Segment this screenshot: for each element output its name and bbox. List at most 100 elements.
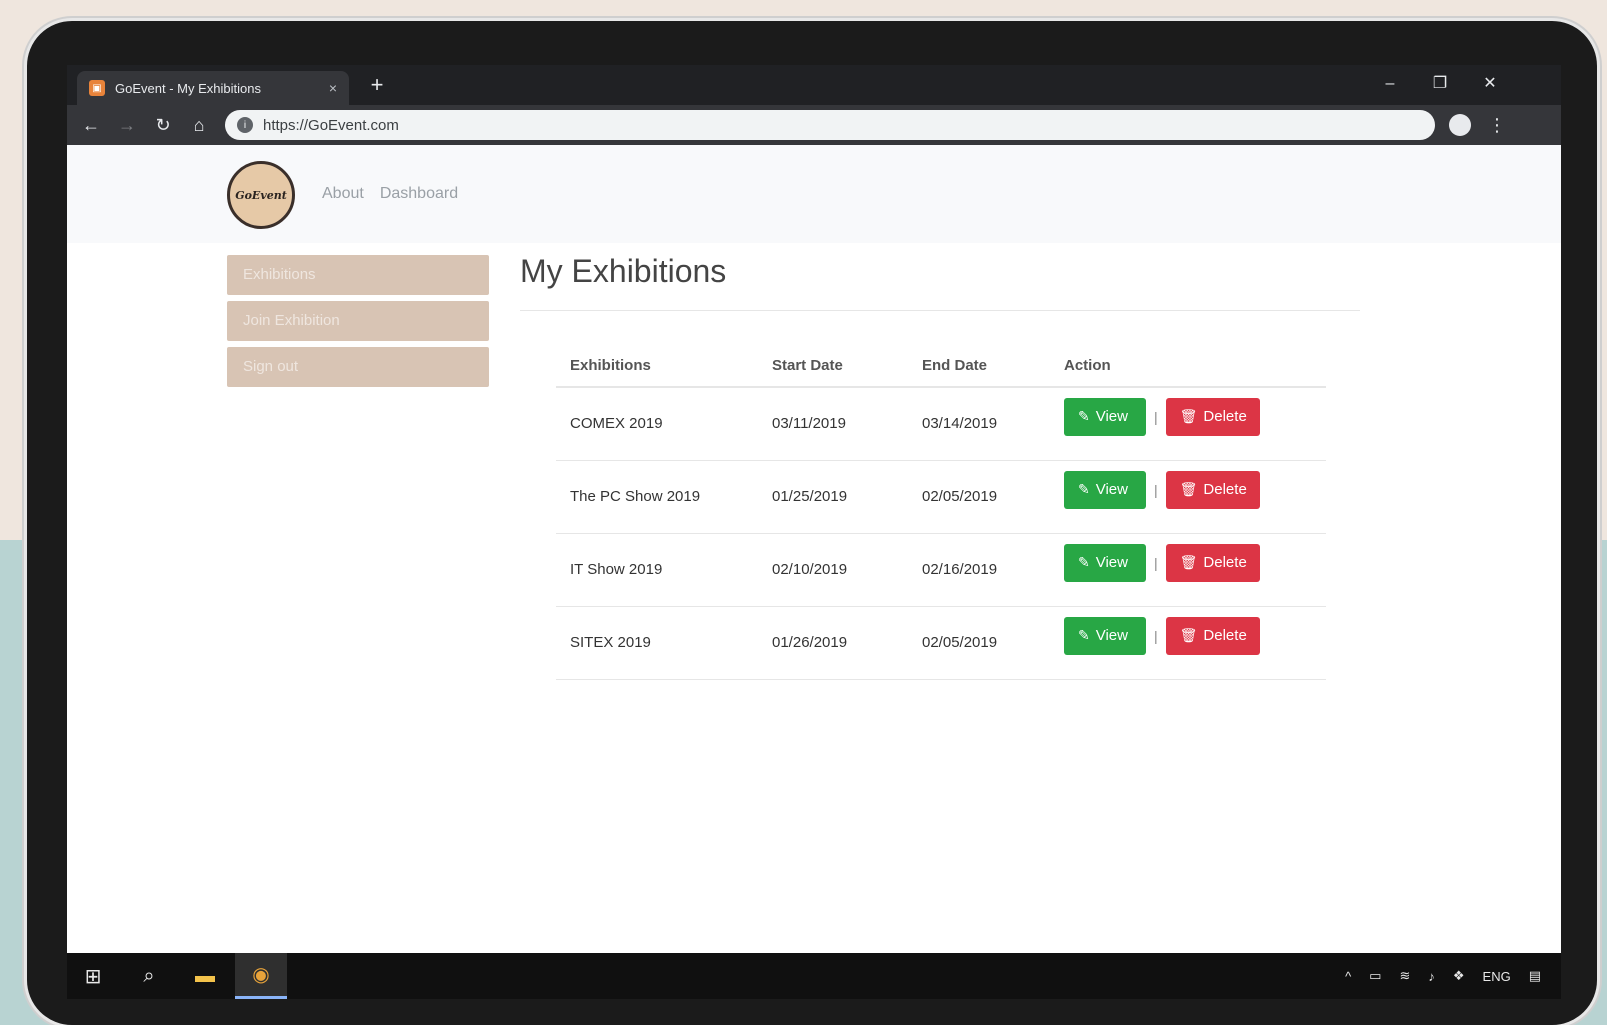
start-date: 03/11/2019 (758, 387, 908, 461)
edit-icon: ✎ (1078, 481, 1090, 497)
header-start-date: Start Date (758, 345, 908, 388)
view-label: View (1095, 627, 1128, 644)
exhibition-name: COMEX 2019 (556, 387, 758, 461)
sidebar-item-exhibitions[interactable]: Exhibitions (227, 255, 489, 295)
table-row: COMEX 2019 03/11/2019 03/14/2019 ✎ View |… (556, 387, 1326, 461)
action-cell: ✎ View | 🗑 Delete (1050, 533, 1326, 607)
delete-label: Delete (1203, 408, 1247, 426)
site-logo[interactable]: GoEvent (227, 161, 295, 229)
view-button[interactable]: ✎ View (1064, 543, 1146, 582)
trash-icon: 🗑 (1179, 481, 1198, 497)
address-url: https://GoEvent.com (263, 116, 399, 134)
table-row: IT Show 2019 02/10/2019 02/16/2019 ✎ View… (556, 533, 1326, 607)
address-bar[interactable]: i https://GoEvent.com (225, 110, 1435, 140)
trash-icon: 🗑 (1179, 408, 1198, 425)
chrome-icon: ◉ (252, 964, 270, 986)
delete-button[interactable]: 🗑 Delete (1165, 397, 1260, 436)
delete-button[interactable]: 🗑 Delete (1165, 543, 1260, 582)
system-tray: ^ ▭ ≋ ♪ ❖ ENG ▤ (1345, 953, 1541, 999)
sidebar-item-join-exhibition[interactable]: Join Exhibition (227, 301, 489, 341)
trash-icon: 🗑 (1179, 627, 1198, 643)
chevron-up-icon[interactable]: ^ (1345, 969, 1351, 984)
browser-toolbar: ← → ↻ ⌂ i https://GoEvent.com ⋮ (67, 105, 1561, 145)
delete-label: Delete (1203, 481, 1247, 498)
edit-icon: ✎ (1078, 408, 1090, 425)
table-row: The PC Show 2019 01/25/2019 02/05/2019 ✎… (556, 460, 1326, 534)
view-button[interactable]: ✎ View (1064, 397, 1146, 436)
end-date: 02/05/2019 (908, 460, 1050, 534)
edit-icon: ✎ (1078, 627, 1090, 643)
view-button[interactable]: ✎ View (1064, 616, 1146, 655)
page-title: My Exhibitions (520, 253, 727, 289)
search-button[interactable]: ⌕ (123, 953, 175, 999)
browser-menu-icon[interactable]: ⋮ (1485, 111, 1509, 139)
separator: | (1154, 554, 1158, 571)
start-button[interactable]: ⊞ (67, 953, 119, 999)
reload-button[interactable]: ↻ (149, 111, 177, 139)
tablet-frame: ▣ GoEvent - My Exhibitions × + – ❐ ✕ ← →… (24, 18, 1600, 1025)
nav-dashboard[interactable]: Dashboard (380, 185, 458, 203)
trash-icon: 🗑 (1179, 554, 1198, 570)
view-label: View (1095, 554, 1128, 571)
end-date: 03/14/2019 (908, 387, 1050, 461)
restore-button[interactable]: ❐ (1417, 69, 1463, 99)
header-action: Action (1050, 345, 1326, 388)
chrome-taskbar-button[interactable]: ◉ (235, 953, 287, 999)
language-indicator[interactable]: ENG (1483, 969, 1511, 984)
folder-icon: ▬ (195, 964, 215, 987)
site-info-icon[interactable]: i (237, 117, 253, 133)
table-header-row: Exhibitions Start Date End Date Action (556, 345, 1326, 388)
view-button[interactable]: ✎ View (1064, 470, 1146, 509)
forward-button[interactable]: → (113, 111, 141, 139)
edit-icon: ✎ (1078, 554, 1090, 570)
sidebar-item-sign-out[interactable]: Sign out (227, 347, 489, 387)
start-date: 02/10/2019 (758, 533, 908, 607)
end-date: 02/16/2019 (908, 533, 1050, 607)
table-row: SITEX 2019 01/26/2019 02/05/2019 ✎ View |… (556, 606, 1326, 680)
delete-button[interactable]: 🗑 Delete (1165, 616, 1260, 655)
nav-about[interactable]: About (322, 185, 364, 203)
volume-icon[interactable]: ♪ (1428, 969, 1435, 984)
end-date: 02/05/2019 (908, 606, 1050, 680)
delete-button[interactable]: 🗑 Delete (1165, 470, 1260, 509)
header-end-date: End Date (908, 345, 1050, 388)
page-header: GoEvent About Dashboard (67, 145, 1561, 243)
sidebar: Exhibitions Join Exhibition Sign out (227, 255, 489, 393)
battery-icon[interactable]: ▭ (1369, 968, 1381, 984)
header-exhibitions: Exhibitions (556, 345, 758, 388)
tab-close-icon[interactable]: × (329, 80, 337, 96)
favicon-icon: ▣ (89, 80, 105, 96)
delete-label: Delete (1203, 627, 1247, 644)
separator: | (1154, 627, 1158, 644)
view-label: View (1095, 481, 1128, 498)
start-date: 01/26/2019 (758, 606, 908, 680)
delete-label: Delete (1203, 554, 1247, 571)
back-button[interactable]: ← (77, 111, 105, 139)
start-date: 01/25/2019 (758, 460, 908, 534)
new-tab-button[interactable]: + (363, 71, 391, 99)
title-divider (520, 310, 1360, 311)
screen: ▣ GoEvent - My Exhibitions × + – ❐ ✕ ← →… (67, 65, 1561, 999)
browser-tab-bar: ▣ GoEvent - My Exhibitions × + – ❐ ✕ (67, 65, 1561, 105)
windows-icon: ⊞ (84, 965, 102, 988)
dropbox-icon[interactable]: ❖ (1453, 968, 1465, 984)
profile-avatar[interactable] (1449, 114, 1471, 136)
separator: | (1154, 408, 1158, 425)
exhibitions-table: Exhibitions Start Date End Date Action C… (556, 345, 1326, 680)
exhibition-name: The PC Show 2019 (556, 460, 758, 534)
notification-icon[interactable]: ▤ (1529, 968, 1541, 984)
file-explorer-button[interactable]: ▬ (179, 953, 231, 999)
wifi-icon[interactable]: ≋ (1399, 968, 1410, 984)
minimize-button[interactable]: – (1367, 69, 1413, 99)
view-label: View (1095, 408, 1128, 426)
browser-tab[interactable]: ▣ GoEvent - My Exhibitions × (77, 71, 349, 105)
windows-taskbar: ⊞ ⌕ ▬ ◉ ^ ▭ ≋ ♪ ❖ ENG ▤ (67, 953, 1561, 999)
action-cell: ✎ View | 🗑 Delete (1050, 387, 1326, 461)
search-icon: ⌕ (143, 964, 155, 987)
home-button[interactable]: ⌂ (185, 111, 213, 139)
exhibition-name: IT Show 2019 (556, 533, 758, 607)
top-nav: About Dashboard (322, 185, 458, 203)
close-window-button[interactable]: ✕ (1467, 69, 1513, 99)
action-cell: ✎ View | 🗑 Delete (1050, 606, 1326, 680)
exhibition-name: SITEX 2019 (556, 606, 758, 680)
